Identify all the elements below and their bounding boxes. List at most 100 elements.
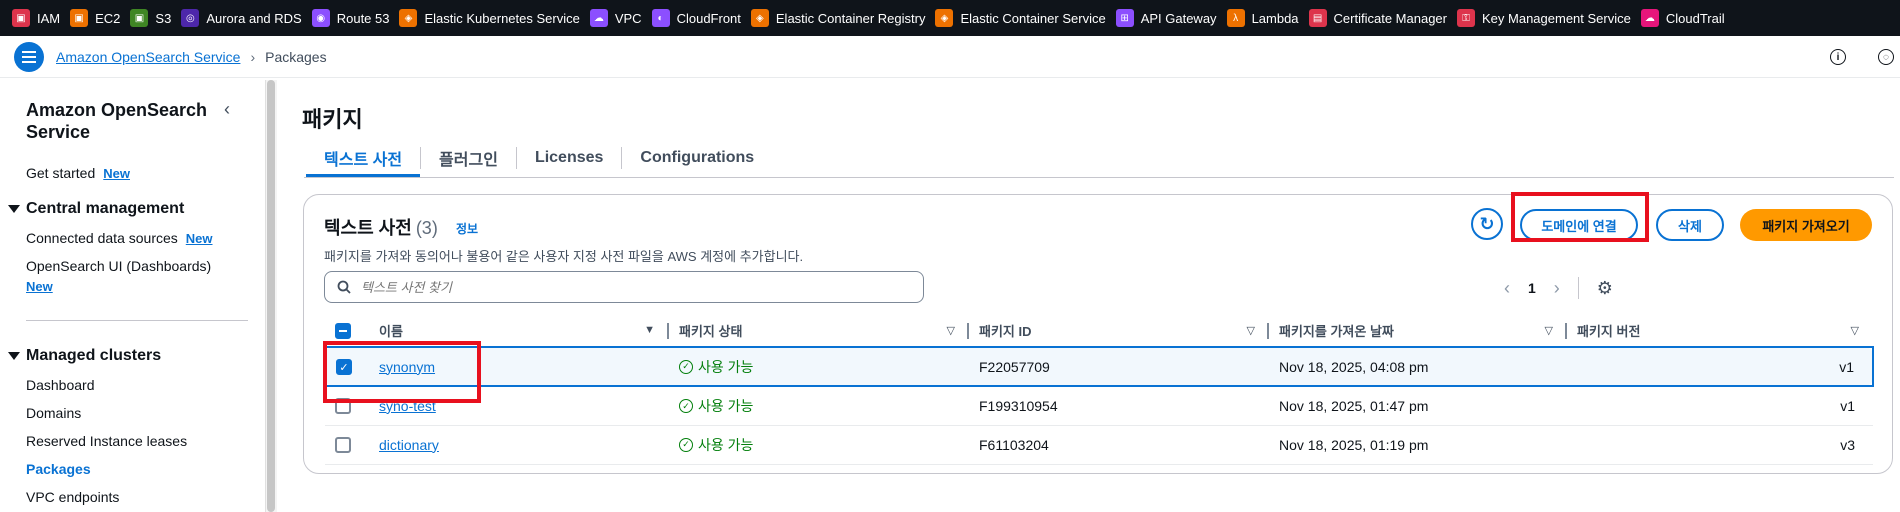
- status-cell: ✓ 사용 가능: [669, 386, 969, 426]
- new-badge[interactable]: New: [18, 278, 53, 294]
- chevron-right-icon[interactable]: ›: [1554, 278, 1560, 299]
- check-circle-icon: ✓: [679, 399, 693, 413]
- status-badge: ✓ 사용 가능: [679, 357, 753, 377]
- search-field[interactable]: [324, 271, 924, 303]
- menu-button[interactable]: [14, 42, 44, 72]
- sidebar-title: Amazon OpenSearch Service: [26, 100, 208, 142]
- cloudtrail-icon: ☁: [1640, 9, 1659, 27]
- version-cell: v1: [1567, 386, 1873, 426]
- favorite-cloudtrail[interactable]: ☁ CloudTrail: [1640, 9, 1725, 27]
- search-icon: [337, 280, 351, 294]
- sidebar-scrollbar-thumb[interactable]: [267, 80, 275, 512]
- package-name-link[interactable]: syno-test: [379, 398, 436, 414]
- sidebar-item-vpc-endpoints[interactable]: VPC endpoints: [26, 489, 119, 505]
- status-cell: ✓ 사용 가능: [669, 346, 969, 387]
- favorite-acm[interactable]: ▤ Certificate Manager: [1308, 9, 1447, 27]
- row-checkbox[interactable]: [335, 437, 351, 454]
- imported-date-cell: Nov 18, 2025, 04:08 pm: [1269, 346, 1567, 387]
- tabs-underline: [304, 177, 1894, 178]
- tab-text-dictionaries[interactable]: 텍스트 사전: [306, 140, 421, 178]
- favorite-eks[interactable]: ◈ Elastic Kubernetes Service: [399, 9, 580, 27]
- table-row[interactable]: dictionary ✓ 사용 가능 F61103204 Nov 18, 2025…: [325, 425, 1873, 465]
- sidebar-item-domains[interactable]: Domains: [26, 405, 81, 421]
- sidebar-item-get-started[interactable]: Get started New: [26, 165, 130, 181]
- info-icon[interactable]: i: [1830, 49, 1846, 65]
- help-panel-icon[interactable]: ◌: [1878, 49, 1894, 65]
- table-row[interactable]: ✓ synonym ✓ 사용 가능 F22057709 Nov 18, 2025,…: [324, 346, 1874, 387]
- page-number[interactable]: 1: [1528, 280, 1536, 296]
- favorite-iam[interactable]: ▣ IAM: [12, 9, 60, 27]
- column-header-name[interactable]: 이름 ▼: [369, 315, 669, 348]
- sidebar-section-managed-clusters[interactable]: Managed clusters: [8, 347, 161, 365]
- sidebar-item-packages[interactable]: Packages: [26, 461, 91, 477]
- favorite-vpc[interactable]: ☁ VPC: [589, 9, 642, 27]
- route53-icon: ◉: [311, 9, 330, 27]
- tab-configurations[interactable]: Configurations: [622, 140, 772, 176]
- favorite-rds[interactable]: ◎ Aurora and RDS: [181, 9, 302, 27]
- sort-icon[interactable]: ▽: [1545, 324, 1553, 337]
- sort-down-icon[interactable]: ▼: [644, 324, 655, 336]
- favorite-api-gateway[interactable]: ⊞ API Gateway: [1115, 9, 1217, 27]
- version-cell: v3: [1567, 425, 1873, 465]
- sort-icon[interactable]: ▽: [947, 324, 955, 337]
- associate-to-domain-button[interactable]: 도메인에 연결: [1520, 209, 1638, 241]
- favorite-ecs[interactable]: ◈ Elastic Container Service: [935, 9, 1106, 27]
- info-link[interactable]: 정보: [456, 220, 478, 237]
- column-header-status[interactable]: 패키지 상태 ▽: [669, 315, 969, 348]
- caret-down-icon: [8, 205, 20, 213]
- sidebar-item-reserved-instance-leases[interactable]: Reserved Instance leases: [26, 433, 187, 449]
- favorite-s3[interactable]: ▣ S3: [130, 9, 171, 27]
- status-badge: ✓ 사용 가능: [679, 435, 753, 455]
- favorite-lambda[interactable]: λ Lambda: [1226, 9, 1299, 27]
- container-title: 텍스트 사전 (3): [324, 218, 438, 238]
- row-checkbox[interactable]: [335, 398, 351, 415]
- sidebar-item-opensearch-ui[interactable]: OpenSearch UI (Dashboards): [26, 258, 211, 274]
- name-cell: synonym: [369, 346, 669, 387]
- package-name-link[interactable]: dictionary: [379, 437, 439, 453]
- table-row[interactable]: syno-test ✓ 사용 가능 F199310954 Nov 18, 2025…: [325, 386, 1873, 426]
- refresh-button[interactable]: ↻: [1471, 208, 1503, 240]
- new-badge[interactable]: New: [186, 231, 213, 246]
- package-name-link[interactable]: synonym: [379, 359, 435, 375]
- refresh-icon: ↻: [1479, 213, 1495, 234]
- sort-icon[interactable]: ▽: [1851, 324, 1859, 337]
- imported-date-cell: Nov 18, 2025, 01:19 pm: [1269, 425, 1567, 465]
- search-input[interactable]: [361, 279, 901, 295]
- row-select-cell: [325, 386, 369, 426]
- collapse-sidebar-icon[interactable]: ‹: [224, 99, 230, 120]
- delete-button[interactable]: 삭제: [1656, 209, 1724, 241]
- favorite-route53[interactable]: ◉ Route 53: [311, 9, 389, 27]
- packages-table: 이름 ▼ 패키지 상태 ▽ 패키지 ID ▽ 패키지를 가져온 날짜 ▽ 패키지 버전 ▽…: [324, 315, 1874, 465]
- sort-icon[interactable]: ▽: [1247, 324, 1255, 337]
- breadcrumb-bar: Amazon OpenSearch Service › Packages i ◌: [0, 36, 1900, 78]
- favorite-cloudfront[interactable]: ◐ CloudFront: [651, 9, 741, 27]
- import-package-button[interactable]: 패키지 가져오기: [1740, 209, 1872, 241]
- tab-licenses[interactable]: Licenses: [517, 140, 621, 176]
- container-description: 패키지를 가져와 동의어나 불용어 같은 사용자 지정 사전 파일을 AWS 계…: [324, 249, 804, 264]
- row-checkbox[interactable]: ✓: [336, 359, 352, 376]
- sidebar-item-dashboard[interactable]: Dashboard: [26, 377, 95, 393]
- version-cell: v1: [1567, 346, 1874, 387]
- column-header-version[interactable]: 패키지 버전 ▽: [1567, 315, 1873, 348]
- chevron-left-icon[interactable]: ‹: [1504, 278, 1510, 299]
- column-header-imported-date[interactable]: 패키지를 가져온 날짜 ▽: [1269, 315, 1567, 348]
- new-badge[interactable]: New: [103, 166, 130, 181]
- status-badge: ✓ 사용 가능: [679, 396, 753, 416]
- breadcrumb-current: Packages: [265, 49, 327, 65]
- ecr-icon: ◈: [750, 9, 769, 27]
- column-header-package-id[interactable]: 패키지 ID ▽: [969, 315, 1269, 348]
- gear-icon[interactable]: ⚙: [1597, 278, 1613, 299]
- pagination: ‹ 1 › ⚙: [1504, 277, 1613, 299]
- status-cell: ✓ 사용 가능: [669, 425, 969, 465]
- favorite-ecr[interactable]: ◈ Elastic Container Registry: [750, 9, 925, 27]
- select-all-checkbox[interactable]: [335, 322, 351, 339]
- ecs-icon: ◈: [935, 9, 954, 27]
- api-gateway-icon: ⊞: [1115, 9, 1134, 27]
- sidebar-item-connected-data-sources[interactable]: Connected data sources New: [26, 230, 213, 246]
- tab-plugins[interactable]: 플러그인: [421, 140, 516, 176]
- hamburger-icon: [22, 51, 36, 63]
- favorite-kms[interactable]: ⚿ Key Management Service: [1457, 9, 1631, 27]
- breadcrumb-service-link[interactable]: Amazon OpenSearch Service: [56, 49, 240, 65]
- sidebar-section-central-management[interactable]: Central management: [8, 200, 184, 218]
- favorite-ec2[interactable]: ▣ EC2: [70, 9, 120, 27]
